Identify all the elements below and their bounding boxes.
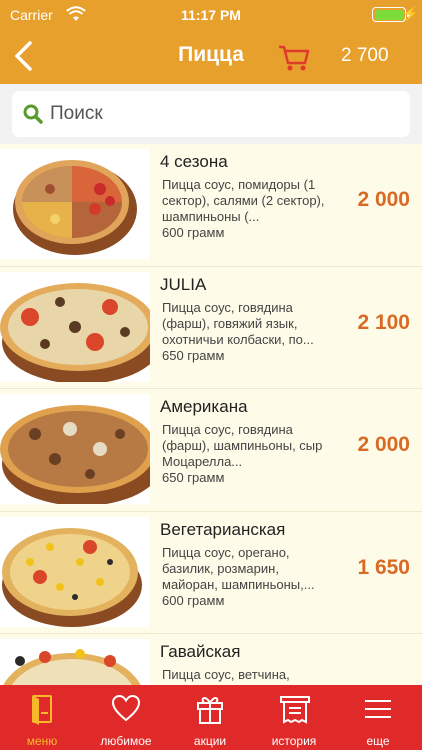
item-name: Гавайская <box>160 642 241 661</box>
pizza-image <box>0 394 150 504</box>
tab-label: меню <box>26 734 58 748</box>
search-input[interactable] <box>50 91 390 137</box>
item-weight: 650 грамм <box>162 470 225 485</box>
tab-label: акции <box>193 734 227 748</box>
item-price: 1 650 <box>357 555 410 579</box>
navigation-header: Carrier 11:17 PM ⚡ Пицца 2 700 <box>0 0 422 84</box>
tab-history[interactable]: история <box>252 685 336 750</box>
tab-more[interactable]: еще <box>336 685 420 750</box>
list-item[interactable]: 4 сезона Пицца соус, помидоры (1 сектор)… <box>0 144 422 267</box>
item-name: Американа <box>160 397 248 416</box>
pizza-image <box>0 516 150 627</box>
list-item[interactable]: Вегетарианская Пицца соус, орегано, бази… <box>0 511 422 634</box>
cart-button[interactable] <box>278 44 310 77</box>
tab-label: любимое <box>100 734 152 748</box>
item-weight: 600 грамм <box>162 592 225 608</box>
list-item[interactable]: Американа Пицца соус, говядина (фарш), ш… <box>0 389 422 512</box>
item-description: Пицца соус, говядина (фарш), говяжий язы… <box>162 299 314 347</box>
item-price: 2 000 <box>357 188 410 211</box>
item-weight: 650 грамм <box>162 347 225 363</box>
list-item[interactable]: Гавайская Пицца соус, ветчина, <box>0 634 422 685</box>
item-name: 4 сезона <box>160 152 228 171</box>
pizza-image <box>0 271 150 382</box>
item-weight: 600 грамм <box>162 225 225 240</box>
tab-promotions[interactable]: акции <box>168 685 252 750</box>
cart-total[interactable]: 2 700 <box>341 45 389 67</box>
item-price: 2 000 <box>357 433 410 456</box>
clock: 11:17 PM <box>181 7 241 23</box>
charging-icon: ⚡ <box>402 6 419 21</box>
menu-book-icon <box>32 695 52 725</box>
battery-icon <box>372 7 410 22</box>
item-name: JULIA <box>160 274 207 294</box>
item-description: Пицца соус, ветчина, <box>162 667 290 682</box>
item-description: Пицца соус, помидоры (1 сектор), салями … <box>162 177 325 224</box>
item-description: Пицца соус, орегано, базилик, розмарин, … <box>162 544 315 592</box>
gift-icon <box>197 697 223 724</box>
tab-label: еще <box>366 734 390 748</box>
heart-icon <box>112 694 140 722</box>
search-bar <box>0 84 422 144</box>
item-description: Пицца соус, говядина (фарш), шампиньоны,… <box>162 422 323 469</box>
tab-menu[interactable]: меню <box>0 685 84 750</box>
search-icon <box>23 104 43 129</box>
cart-icon <box>279 45 310 71</box>
pizza-image <box>0 639 150 685</box>
status-bar: Carrier 11:17 PM ⚡ <box>0 0 422 30</box>
hamburger-icon <box>365 700 391 718</box>
search-box[interactable] <box>12 91 410 137</box>
pizza-image <box>0 149 150 259</box>
tab-favorites[interactable]: любимое <box>84 685 168 750</box>
receipt-icon <box>280 696 310 724</box>
item-price: 2 100 <box>357 310 410 334</box>
list-item[interactable]: JULIA Пицца соус, говядина (фарш), говяж… <box>0 266 422 389</box>
tab-label: история <box>271 734 317 748</box>
tab-bar: меню любимое акции история еще <box>0 685 422 750</box>
product-list[interactable]: 4 сезона Пицца соус, помидоры (1 сектор)… <box>0 144 422 685</box>
item-name: Вегетарианская <box>160 519 286 539</box>
